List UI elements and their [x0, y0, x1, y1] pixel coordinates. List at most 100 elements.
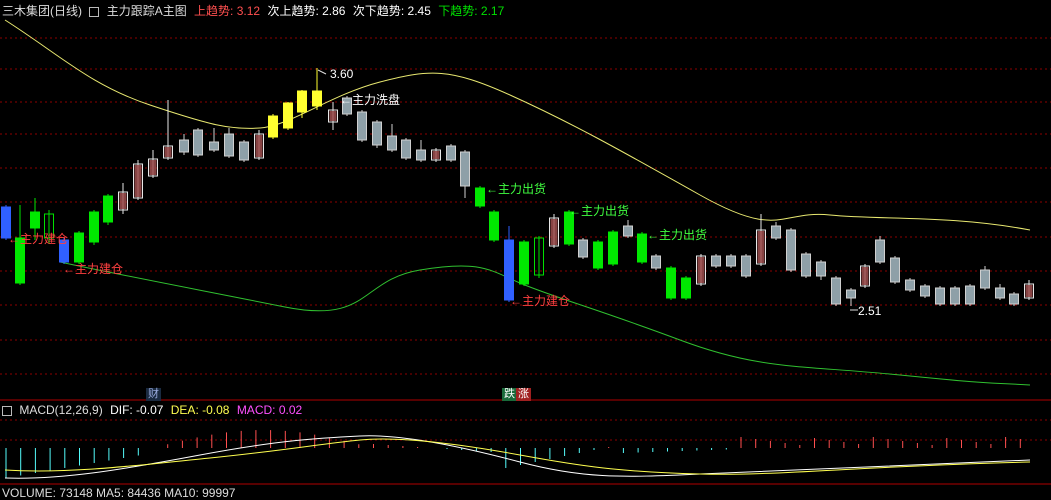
- candle-body: [816, 261, 826, 277]
- macd-title[interactable]: MACD(12,26,9): [19, 403, 102, 417]
- candle-body-fill: [757, 231, 765, 263]
- candle-body: [401, 139, 411, 159]
- candle-body-fill: [149, 160, 157, 175]
- macd-settings-icon[interactable]: [2, 405, 12, 416]
- candle-body: [846, 289, 856, 299]
- candle-body-fill: [329, 111, 337, 121]
- main-chart[interactable]: 3.60 ←主力洗盘 2.51 ←主力建仓 ←主力建仓 ←主力建仓 ←主力出货 ←主力出货 ←主…: [0, 0, 1051, 494]
- candle-body: [357, 111, 367, 141]
- candle-body: [786, 229, 796, 271]
- candle-body-fill: [1025, 285, 1033, 297]
- candle-body-fill: [164, 147, 172, 157]
- candle-body: [965, 285, 975, 305]
- candle-body: [593, 241, 603, 269]
- candle-body: [980, 269, 990, 289]
- lower-trend-line: [59, 261, 1031, 386]
- up-trend-label: 上趋势:: [194, 4, 234, 18]
- candle-body: [875, 239, 885, 263]
- candle-body: [460, 151, 470, 187]
- candle-body: [209, 141, 219, 151]
- candle-body: [74, 232, 84, 263]
- candle-body: [297, 90, 307, 113]
- sub-up-trend-label: 次上趋势:: [267, 4, 319, 18]
- ship-signal-label-1: ←主力出货: [486, 181, 546, 196]
- candle-body: [1009, 293, 1019, 305]
- candle-body: [312, 90, 322, 107]
- candle-body-fill: [134, 165, 142, 197]
- upper-trend-line: [4, 19, 1031, 231]
- ship-signal-label-2: ←主力出货: [569, 203, 629, 218]
- candle-body: [995, 287, 1005, 299]
- settings-icon[interactable]: [89, 6, 100, 17]
- high-pointer: [317, 69, 327, 75]
- candle-body: [890, 257, 900, 283]
- macd-dea-line: [4, 438, 1031, 475]
- candle-body: [519, 241, 529, 285]
- rise-marker[interactable]: 涨: [516, 388, 531, 401]
- candle-body: [372, 121, 382, 146]
- sub-down-trend-label: 次下趋势:: [352, 4, 405, 18]
- macd-dea: DEA: -0.08: [170, 403, 230, 417]
- candle-body: [30, 211, 40, 229]
- down-trend-value: 2.17: [480, 4, 505, 18]
- candle-body: [637, 233, 647, 263]
- candle-body: [268, 115, 278, 138]
- macd-header: MACD(12,26,9) DIF: -0.07 DEA: -0.08 MACD…: [2, 403, 306, 417]
- candle-body: [103, 195, 113, 223]
- candle-body: [475, 187, 485, 207]
- macd-value: MACD: 0.02: [236, 403, 303, 417]
- indicator-name[interactable]: 主力跟踪A主图: [107, 4, 187, 18]
- finance-marker[interactable]: 财: [146, 388, 161, 401]
- candle-body: [681, 277, 691, 299]
- candle-body-fill: [697, 257, 705, 283]
- candle-body: [711, 255, 721, 267]
- candle-body: [831, 277, 841, 305]
- ship-signal-label-3: ←主力出货: [647, 227, 707, 242]
- candle-body-fill: [255, 135, 263, 157]
- build-signal-label-1: ←主力建仓: [8, 232, 68, 246]
- wash-signal-label: ←主力洗盘: [340, 92, 400, 107]
- sub-down-trend-value: 2.45: [407, 4, 431, 18]
- candle-body: [905, 279, 915, 291]
- build-signal-label-2: ←主力建仓: [63, 262, 123, 276]
- fall-marker[interactable]: 跌: [502, 388, 517, 401]
- high-price-label: 3.60: [330, 67, 354, 81]
- macd-dif: DIF: -0.07: [110, 403, 164, 417]
- candle-body: [578, 239, 588, 258]
- candle-body: [489, 211, 499, 241]
- candle-body-fill: [550, 219, 558, 245]
- candle-body: [446, 145, 456, 161]
- candle-body: [726, 255, 736, 267]
- sub-up-trend-value: 2.86: [322, 4, 346, 18]
- candle-body: [950, 287, 960, 305]
- candle-body: [193, 129, 203, 156]
- candle-body: [179, 139, 189, 153]
- build-signal-label-3: ←主力建仓: [510, 294, 570, 308]
- candle-body: [666, 267, 676, 299]
- candle-body-fill: [432, 151, 440, 159]
- low-price-label: 2.51: [858, 304, 882, 318]
- candle-body: [771, 225, 781, 239]
- candle-body: [416, 149, 426, 161]
- candle-body: [801, 253, 811, 277]
- candle-body: [741, 255, 751, 277]
- up-trend-value: 3.12: [236, 4, 261, 18]
- candle-body-fill: [119, 193, 127, 209]
- down-trend-label: 下趋势:: [438, 4, 478, 18]
- stock-name[interactable]: 三木集团(日线): [2, 4, 82, 18]
- candle-body: [651, 255, 661, 269]
- macd-dif-line: [4, 435, 1031, 479]
- candle-body: [224, 133, 234, 157]
- candle-body: [89, 211, 99, 243]
- candle-body: [623, 225, 633, 237]
- candle-body: [387, 135, 397, 151]
- candle-body: [504, 239, 514, 301]
- volume-header: VOLUME: 73148 MA5: 84436 MA10: 99997: [2, 486, 236, 500]
- candle-body-fill: [861, 267, 869, 285]
- chart-header: 三木集团(日线) 主力跟踪A主图 上趋势: 3.12 次上趋势: 2.86 次下…: [2, 2, 508, 19]
- candle-body: [920, 285, 930, 297]
- candle-body: [608, 231, 618, 265]
- candle-body: [935, 287, 945, 305]
- candle-body: [239, 141, 249, 161]
- candle-body: [283, 102, 293, 129]
